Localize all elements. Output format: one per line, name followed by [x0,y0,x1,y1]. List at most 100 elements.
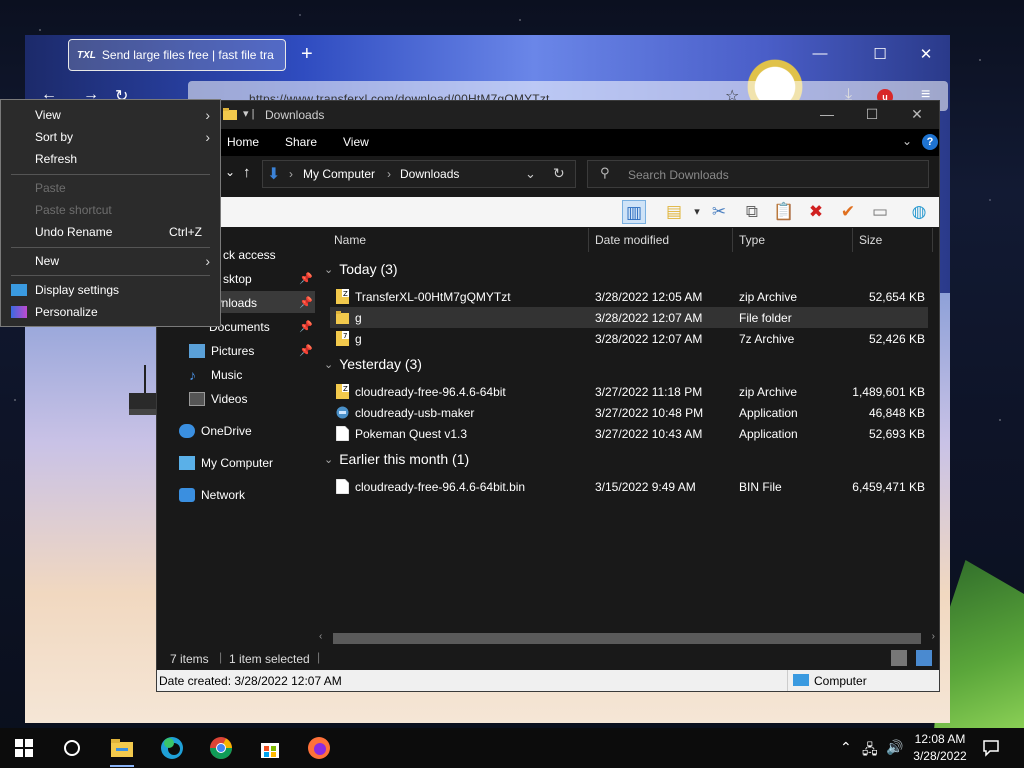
location-text: Computer [814,674,867,688]
nav-item-my-computer[interactable]: My Computer [179,452,273,474]
network-tray-icon[interactable]: 🖧 [862,739,878,763]
new-folder-icon[interactable]: ▤ [662,200,686,224]
file-row[interactable]: Z cloudready-free-96.4.6-64bit 3/27/2022… [330,381,928,402]
group-header-today[interactable]: ⌄ Today (3) [324,261,398,277]
file-date: 3/28/2022 12:07 AM [595,311,703,325]
file-size: 1,489,601 KB [852,385,925,399]
chrome-browser-icon[interactable] [209,736,233,760]
volume-icon[interactable]: 🔊 [886,739,903,756]
column-header-type[interactable]: Type [739,233,765,247]
browser-minimize-button[interactable]: — [810,45,830,62]
tab-view[interactable]: View [343,135,369,149]
ribbon-expand-icon[interactable]: ⌄ [902,134,912,148]
notification-icon[interactable] [982,739,1000,757]
nav-item-music[interactable]: ♪ Music [189,364,242,386]
column-header-date[interactable]: Date modified [595,233,669,247]
horizontal-scrollbar[interactable]: ‹ › [315,631,939,646]
tab-share[interactable]: Share [285,135,317,149]
search-circle-icon[interactable] [63,739,81,757]
preview-pane-icon[interactable]: ▥ [622,200,646,224]
browser-tab[interactable]: TXL Send large files free | fast file tr… [68,39,286,71]
tab-home[interactable]: Home [227,135,259,149]
paste-icon[interactable]: 📋 [772,200,796,224]
large-icons-view-icon[interactable] [916,650,932,666]
file-type: zip Archive [739,290,798,304]
details-view-icon[interactable] [891,650,907,666]
file-date: 3/15/2022 9:49 AM [595,480,696,494]
blank-file-icon [336,479,349,494]
maximize-button[interactable]: ☐ [857,106,887,123]
clock[interactable]: 12:08 AM 3/28/2022 [905,731,975,765]
nav-label: Music [211,368,243,382]
properties-icon[interactable]: ▭ [868,200,892,224]
file-row-selected[interactable]: g 3/28/2022 12:07 AM File folder [330,307,928,328]
delete-icon[interactable]: ✖ [804,200,828,224]
column-header-size[interactable]: Size [859,233,882,247]
refresh-icon[interactable]: ↻ [553,165,565,182]
nav-item-pictures[interactable]: Pictures [189,340,254,362]
column-divider[interactable] [932,228,933,252]
search-input[interactable]: Search Downloads [628,168,729,182]
menu-item-refresh[interactable]: Refresh [1,148,220,170]
file-row[interactable]: cloudready-usb-maker 3/27/2022 10:48 PM … [330,402,928,423]
menu-item-view[interactable]: View › [1,104,220,126]
nav-label: Pictures [211,344,255,358]
file-explorer-taskbar-icon[interactable] [110,736,134,760]
file-row[interactable]: cloudready-free-96.4.6-64bit.bin 3/15/20… [330,476,928,497]
menu-item-personalize[interactable]: Personalize [1,301,220,323]
column-divider[interactable] [732,228,733,252]
network-globe-icon[interactable]: ◍ [907,200,931,224]
menu-item-display-settings[interactable]: Display settings [1,279,220,301]
store-icon[interactable] [258,736,282,760]
file-name: cloudready-usb-maker [355,406,475,420]
close-button[interactable]: ✕ [902,106,932,123]
recent-locations-icon[interactable]: ⌄ [225,165,235,179]
address-bar[interactable]: ⬇ › My Computer › Downloads ⌄ ↻ [262,160,576,188]
breadcrumb-my-computer[interactable]: My Computer [303,167,375,181]
quick-access-dropdown-icon[interactable]: ▾ | [243,107,254,120]
scrollbar-thumb[interactable] [333,633,921,644]
nav-item-network[interactable]: Network [179,484,245,506]
group-header-yesterday[interactable]: ⌄ Yesterday (3) [324,356,422,372]
show-hidden-icons-icon[interactable]: ⌃ [840,739,852,756]
rename-check-icon[interactable]: ✔ [836,200,860,224]
nav-item-desktop[interactable]: sktop [223,268,252,290]
up-arrow-icon[interactable]: ↑ [243,164,251,181]
firefox-icon[interactable] [307,736,331,760]
minimize-button[interactable]: — [812,106,842,122]
new-folder-dropdown-icon[interactable]: ▾ [685,200,709,224]
file-date: 3/27/2022 11:18 PM [595,385,703,399]
browser-close-button[interactable]: ✕ [916,45,936,63]
address-dropdown-icon[interactable]: ⌄ [525,166,536,182]
explorer-titlebar[interactable]: ▾ | Downloads — ☐ ✕ [157,101,939,129]
file-type: BIN File [739,480,782,494]
scroll-right-icon[interactable]: › [932,631,935,642]
windows-start-icon[interactable] [15,739,33,757]
tab-favicon: TXL [77,49,96,61]
file-row[interactable]: Pokeman Quest v1.3 3/27/2022 10:43 AM Ap… [330,423,928,444]
chevron-right-icon: › [205,253,210,269]
column-divider[interactable] [588,228,589,252]
cut-icon[interactable]: ✂ [707,200,731,224]
column-divider[interactable] [852,228,853,252]
status-bar: 7 items | 1 item selected | [157,646,939,670]
nav-item-videos[interactable]: Videos [189,388,247,410]
file-row[interactable]: Z TransferXL-00HtM7gQMYTzt 3/28/2022 12:… [330,286,928,307]
copy-icon[interactable]: ⧉ [740,200,764,224]
nav-item-quick-access[interactable]: ck access [223,244,276,266]
search-box[interactable]: ⚲ Search Downloads [587,160,929,188]
column-header-name[interactable]: Name [334,233,366,247]
browser-maximize-button[interactable]: ☐ [870,45,890,63]
menu-item-undo-rename[interactable]: Undo Rename Ctrl+Z [1,221,220,243]
edge-browser-icon[interactable] [160,736,184,760]
breadcrumb-downloads[interactable]: Downloads [400,167,459,181]
nav-item-onedrive[interactable]: OneDrive [179,420,252,442]
menu-item-new[interactable]: New › [1,250,220,272]
menu-item-sort-by[interactable]: Sort by › [1,126,220,148]
scroll-left-icon[interactable]: ‹ [319,631,322,642]
help-icon[interactable]: ? [922,134,938,150]
new-tab-button[interactable]: + [301,43,313,66]
file-row[interactable]: 7 g 3/28/2022 12:07 AM 7z Archive 52,426… [330,328,928,349]
group-header-earlier[interactable]: ⌄ Earlier this month (1) [324,451,469,467]
date-created-text: Date created: 3/28/2022 12:07 AM [159,674,342,688]
